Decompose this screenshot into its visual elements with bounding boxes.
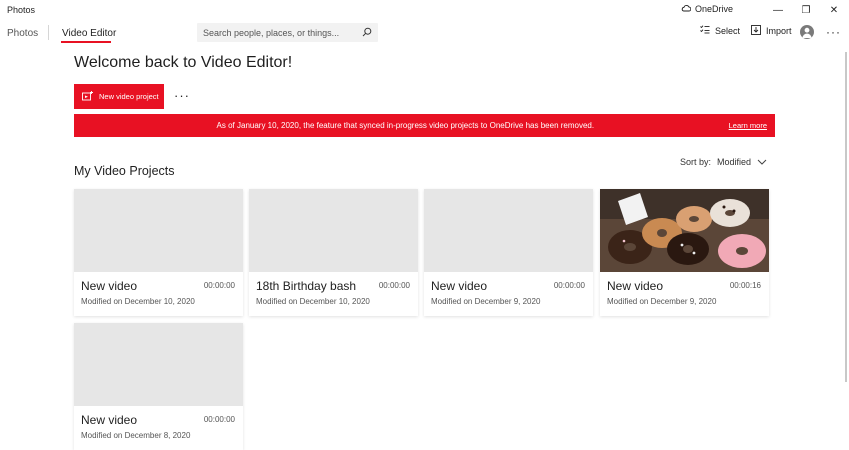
select-label: Select [715, 25, 741, 36]
sort-value[interactable]: Modified [717, 157, 751, 167]
more-actions-button[interactable]: ··· [174, 88, 190, 103]
new-video-project-icon [82, 90, 93, 103]
project-thumbnail [249, 189, 418, 272]
learn-more-link[interactable]: Learn more [729, 121, 767, 130]
project-modified: Modified on December 9, 2020 [431, 297, 541, 306]
new-video-project-label: New video project [99, 92, 159, 101]
tab-video-editor[interactable]: Video Editor [62, 28, 116, 39]
project-name: New video [81, 279, 138, 293]
onedrive-sync-banner: As of January 10, 2020, the feature that… [74, 114, 775, 137]
chevron-down-icon[interactable] [757, 157, 767, 167]
project-duration: 00:00:00 [553, 281, 585, 290]
select-button[interactable]: Select [700, 25, 740, 36]
tab-divider [48, 25, 49, 40]
project-thumbnail-photo [600, 189, 769, 272]
project-modified: Modified on December 8, 2020 [81, 431, 191, 440]
more-options-button[interactable]: ··· [826, 25, 841, 39]
project-thumbnail [74, 323, 243, 406]
project-thumbnail [424, 189, 593, 272]
sort-control[interactable]: Sort by: Modified [680, 157, 767, 167]
minimize-button[interactable]: — [764, 2, 792, 18]
project-duration: 00:00:00 [203, 415, 235, 424]
project-card[interactable]: 18th Birthday bash 00:00:00 Modified on … [249, 189, 418, 316]
search-input[interactable]: Search people, places, or things... [203, 28, 362, 38]
project-modified: Modified on December 10, 2020 [81, 297, 195, 306]
project-card[interactable]: New video 00:00:00 Modified on December … [74, 323, 243, 450]
onedrive-status[interactable]: OneDrive [681, 4, 733, 14]
cloud-icon [681, 4, 692, 14]
project-card[interactable]: New video 00:00:00 Modified on December … [74, 189, 243, 316]
project-name: New video [607, 279, 664, 293]
project-card[interactable]: New video 00:00:00 Modified on December … [424, 189, 593, 316]
section-title: My Video Projects [74, 164, 175, 178]
import-label: Import [766, 26, 792, 36]
project-duration: 00:00:00 [378, 281, 410, 290]
page-title: Welcome back to Video Editor! [74, 54, 293, 71]
project-duration: 00:00:00 [203, 281, 235, 290]
active-tab-indicator [61, 41, 111, 43]
avatar[interactable] [800, 25, 814, 39]
project-name: 18th Birthday bash [256, 279, 357, 293]
import-icon [751, 25, 761, 37]
select-list-icon [700, 25, 710, 36]
new-video-project-button[interactable]: New video project [74, 84, 164, 109]
banner-message: As of January 10, 2020, the feature that… [216, 121, 595, 130]
project-duration: 00:00:16 [729, 281, 761, 290]
project-name: New video [81, 413, 138, 427]
project-modified: Modified on December 9, 2020 [607, 297, 717, 306]
project-modified: Modified on December 10, 2020 [256, 297, 370, 306]
app-title: Photos [7, 5, 36, 15]
close-button[interactable]: ✕ [820, 2, 848, 18]
sort-label: Sort by: [680, 157, 712, 167]
project-thumbnail [74, 189, 243, 272]
tab-photos[interactable]: Photos [7, 28, 38, 39]
restore-button[interactable]: ❐ [792, 2, 820, 18]
scrollbar[interactable] [845, 52, 847, 382]
search-icon[interactable] [362, 24, 372, 42]
project-name: New video [431, 279, 488, 293]
title-bar: Photos OneDrive — ❐ ✕ [0, 0, 849, 20]
import-button[interactable]: Import [751, 25, 792, 37]
project-card[interactable]: New video 00:00:16 Modified on December … [600, 189, 769, 316]
onedrive-label: OneDrive [695, 4, 734, 14]
search-box[interactable]: Search people, places, or things... [197, 23, 378, 42]
